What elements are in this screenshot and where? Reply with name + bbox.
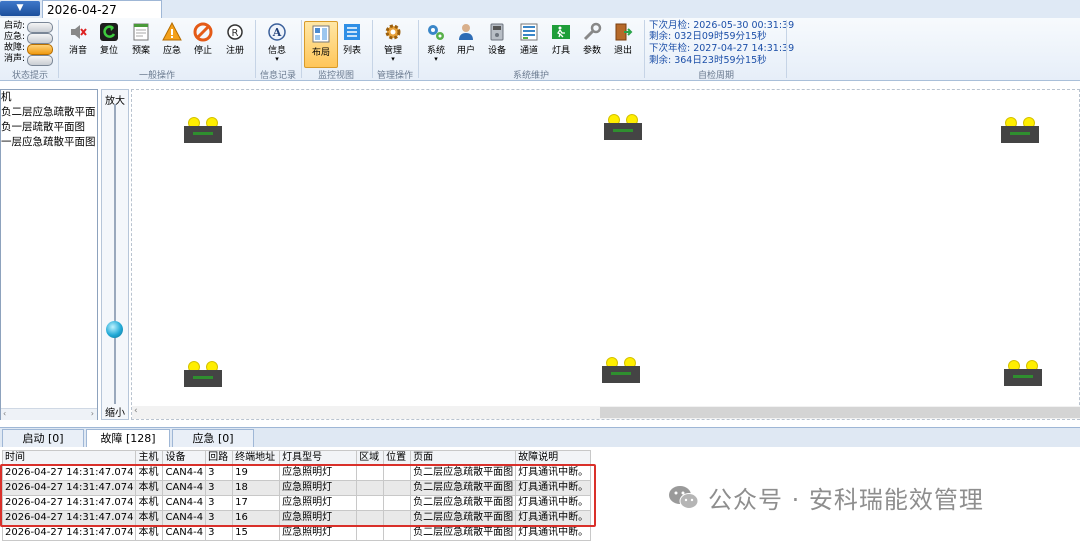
zoom-slider-thumb[interactable] (106, 321, 123, 338)
plan-document-icon (131, 22, 151, 42)
wechat-icon (668, 484, 700, 512)
stop-button[interactable]: 停止 (188, 22, 218, 56)
stop-icon (193, 22, 213, 42)
device-button[interactable]: 设备 (482, 22, 512, 56)
tab-emergency[interactable]: 应急 [0] (172, 429, 254, 447)
watermark-text: 公众号 · 安科瑞能效管理 (708, 486, 984, 514)
fixture-body (1001, 126, 1039, 143)
tree-scrollbar[interactable]: ‹ › (1, 408, 97, 420)
info-icon: A (267, 22, 287, 42)
manage-button[interactable]: 管理 ▾ (378, 22, 408, 63)
divider (58, 20, 59, 78)
exit-button[interactable]: 退出 (608, 22, 638, 56)
group-label-info: 信息记录 (259, 71, 296, 81)
group-label-monitor: 监控视图 (317, 71, 354, 81)
fixture-body (184, 126, 222, 143)
wrench-icon (582, 22, 602, 42)
lamp-button[interactable]: 灯具 (546, 22, 576, 56)
group-label-status: 状态提示 (11, 71, 48, 81)
mute-button[interactable]: 消音 (63, 22, 93, 56)
status-start-label: 启动: (4, 21, 26, 31)
system-gears-icon (426, 22, 446, 42)
app-menu-button[interactable]: ▼ (0, 1, 40, 16)
tab-fault[interactable]: 故障 [128] (86, 429, 170, 448)
user-button[interactable]: 用户 (451, 22, 481, 56)
register-button[interactable]: R 注册 (220, 22, 250, 56)
next-month-check: 下次月检: 2026-05-30 00:31:39 (649, 20, 795, 31)
datetime-tab[interactable]: 2026-04-27 14:32:24 (42, 0, 162, 35)
table-row[interactable]: 2026-04-27 14:31:47.074 本机 CAN4-4 3 15 应急照明灯负… (1, 525, 592, 541)
zoom-out-label[interactable]: 缩小 (105, 404, 125, 419)
warning-icon (162, 22, 182, 42)
divider (301, 20, 302, 78)
canvas-scrollbar-thumb[interactable] (600, 407, 1080, 418)
divider (418, 20, 419, 78)
fixture-body (1004, 369, 1042, 386)
scroll-left-icon[interactable]: ‹ (134, 406, 138, 416)
tree-item-b1[interactable]: 负一层疏散平面图 (1, 120, 97, 135)
tree-item-f1[interactable]: 一层应急疏散平面图 (1, 135, 97, 150)
exit-sign-icon (551, 22, 571, 42)
dropdown-arrow-icon: ▾ (434, 55, 438, 63)
channel-icon (519, 22, 539, 42)
list-icon (342, 22, 362, 42)
scroll-right-icon[interactable]: › (91, 409, 94, 418)
status-emergency-label: 应急: (4, 32, 26, 42)
params-button[interactable]: 参数 (577, 22, 607, 56)
group-label-cycle: 自检周期 (697, 71, 734, 81)
floor-tree: 机 负二层应急疏散平面 负一层疏散平面图 一层应急疏散平面图 (0, 89, 98, 420)
device-icon (487, 22, 507, 42)
dropdown-arrow-icon: ▾ (275, 55, 279, 63)
mute-indicator (27, 55, 53, 66)
highlight-annotation-box (0, 464, 596, 527)
reset-icon (99, 22, 119, 42)
gear-icon (383, 22, 403, 42)
fixture-body (602, 366, 640, 383)
layout-button[interactable]: 布局 (304, 21, 338, 68)
exit-door-icon (613, 22, 633, 42)
scroll-left-icon[interactable]: ‹ (3, 409, 6, 418)
status-mute-label: 消声: (4, 54, 26, 64)
layout-icon (311, 24, 331, 44)
plan-button[interactable]: 预案 (126, 22, 156, 56)
zoom-slider-track[interactable] (114, 104, 116, 404)
svg-text:R: R (232, 28, 239, 39)
group-label-system: 系统维护 (512, 71, 549, 81)
emergency-button[interactable]: 应急 (157, 22, 187, 56)
divider (786, 20, 787, 78)
status-fault-label: 故障: (4, 43, 26, 53)
tab-start[interactable]: 启动 [0] (2, 429, 84, 447)
tree-item-b2[interactable]: 负二层应急疏散平面 (1, 105, 97, 120)
group-label-manage: 管理操作 (376, 71, 413, 81)
ribbon-toolbar: 启动: 应急: 故障: 消声: 状态提示 消音 复位 预案 应急 停止 R 注册… (0, 18, 1080, 81)
title-bar (0, 0, 1080, 19)
month-remaining: 剩余: 032日09时59分15秒 (649, 31, 767, 42)
year-remaining: 剩余: 364日23时59分15秒 (649, 55, 767, 66)
info-button[interactable]: A 信息 ▾ (262, 22, 292, 63)
list-button[interactable]: 列表 (337, 22, 367, 56)
divider (644, 20, 645, 78)
start-indicator (27, 22, 53, 33)
next-year-check: 下次年检: 2027-04-27 14:31:39 (649, 43, 795, 54)
dropdown-arrow-icon: ▾ (391, 55, 395, 63)
reset-button[interactable]: 复位 (94, 22, 124, 56)
register-icon: R (225, 22, 245, 42)
svg-text:A: A (272, 26, 282, 39)
tree-item-root[interactable]: 机 (1, 90, 97, 105)
divider (255, 20, 256, 78)
group-label-general: 一般操作 (138, 71, 175, 81)
channel-button[interactable]: 通道 (514, 22, 544, 56)
user-icon (456, 22, 476, 42)
fixture-body (604, 123, 642, 140)
system-button[interactable]: 系统 ▾ (421, 22, 451, 63)
fault-indicator (27, 44, 53, 55)
mute-speaker-icon (68, 22, 88, 42)
fixture-body (184, 370, 222, 387)
emergency-indicator (27, 33, 53, 44)
